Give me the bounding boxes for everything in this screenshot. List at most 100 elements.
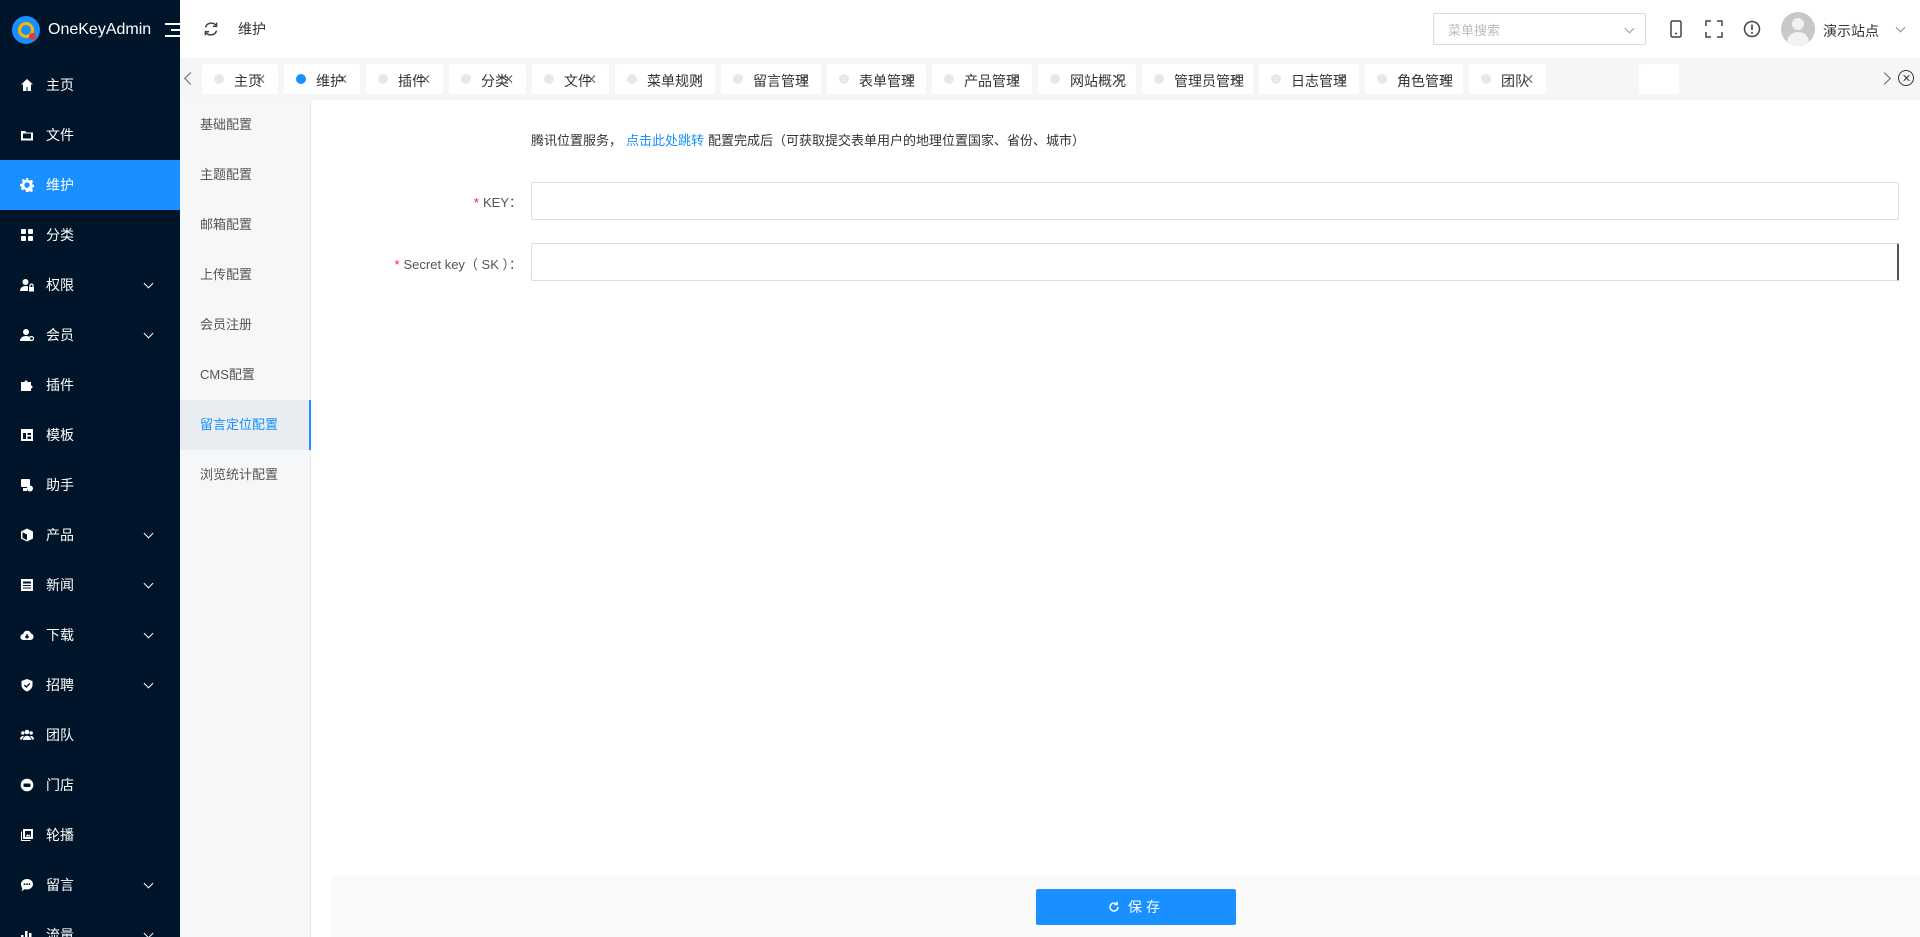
- tab-6[interactable]: 留言管理: [721, 64, 821, 94]
- sidebar-item-label: 流量: [46, 927, 74, 937]
- home-icon: [20, 78, 34, 92]
- tab-1[interactable]: 维护: [284, 64, 360, 94]
- mobile-icon[interactable]: [1666, 19, 1686, 39]
- tab-status-dot: [1050, 74, 1060, 84]
- chevron-down-icon: [143, 878, 154, 889]
- sidebar-item-label: 产品: [46, 527, 74, 543]
- close-icon[interactable]: [1231, 74, 1241, 84]
- close-icon[interactable]: [256, 74, 266, 84]
- sk-label: * Secret key（ SK ）：: [330, 254, 522, 273]
- close-icon[interactable]: [587, 74, 597, 84]
- tab-12[interactable]: 角色管理: [1365, 64, 1463, 94]
- intro-link[interactable]: 点击此处跳转: [626, 133, 704, 148]
- config-nav-item-0[interactable]: 基础配置: [180, 100, 310, 150]
- sidebar-item-13[interactable]: 团队: [0, 710, 180, 760]
- tabs-scroll-right-icon[interactable]: [1880, 70, 1892, 88]
- sidebar-item-2[interactable]: 维护: [0, 160, 180, 210]
- tab-0[interactable]: 主页: [202, 64, 278, 94]
- chevron-down-icon: [143, 278, 154, 289]
- close-icon[interactable]: [1010, 74, 1020, 84]
- sidebar-item-label: 招聘: [46, 677, 74, 693]
- config-nav-item-3[interactable]: 上传配置: [180, 250, 310, 300]
- menu-collapse-icon[interactable]: [165, 22, 180, 38]
- sidebar-item-10[interactable]: 新闻: [0, 560, 180, 610]
- sidebar-item-16[interactable]: 留言: [0, 860, 180, 910]
- close-icon[interactable]: [1337, 74, 1347, 84]
- sidebar-item-11[interactable]: 下载: [0, 610, 180, 660]
- sidebar-item-4[interactable]: 权限: [0, 260, 180, 310]
- tabs-scroll-left-icon[interactable]: [182, 70, 194, 88]
- tab-8[interactable]: 产品管理: [932, 64, 1032, 94]
- info-icon[interactable]: [1742, 19, 1762, 39]
- site-name[interactable]: 演示站点: [1823, 21, 1879, 41]
- close-icon[interactable]: [904, 74, 914, 84]
- sidebar-item-3[interactable]: 分类: [0, 210, 180, 260]
- sidebar-item-label: 权限: [46, 277, 74, 293]
- chevron-down-icon: [143, 528, 154, 539]
- sidebar-item-label: 轮播: [46, 827, 74, 843]
- sidebar-item-7[interactable]: 模板: [0, 410, 180, 460]
- tab-10[interactable]: 管理员管理: [1142, 64, 1253, 94]
- sidebar-item-6[interactable]: 插件: [0, 360, 180, 410]
- grid-icon: [20, 228, 34, 242]
- config-nav-item-7[interactable]: 浏览统计配置: [180, 450, 310, 500]
- chevron-down-icon: [143, 578, 154, 589]
- close-icon[interactable]: [1524, 74, 1534, 84]
- sidebar-item-5[interactable]: 会员: [0, 310, 180, 360]
- sidebar-nav: 主页 文件 维护分类权限会员 插件 模板 助手产品新闻 下载招聘团队 门店轮播留言流量: [0, 60, 180, 937]
- chevron-down-icon[interactable]: [1895, 22, 1906, 33]
- config-nav-item-6[interactable]: 留言定位配置: [180, 400, 311, 450]
- key-input[interactable]: [531, 182, 1899, 220]
- save-label: 保存: [1128, 899, 1164, 915]
- tab-11[interactable]: 日志管理: [1259, 64, 1359, 94]
- sidebar-item-1[interactable]: 文件: [0, 110, 180, 160]
- save-button[interactable]: 保存: [1036, 889, 1236, 925]
- sidebar: OneKeyAdmin 主页 文件 维护 分类 权限 会员 插件 模板 助手 产品 新闻 下载 招聘 团队…: [0, 0, 180, 937]
- user-lock-icon: [20, 278, 34, 292]
- tab-4[interactable]: 文件: [532, 64, 609, 94]
- close-all-tabs-icon[interactable]: [1898, 70, 1914, 86]
- tab-5[interactable]: 菜单规则: [615, 64, 715, 94]
- close-icon[interactable]: [1441, 74, 1451, 84]
- secret-key-input[interactable]: [531, 243, 1899, 281]
- config-nav-item-5[interactable]: CMS配置: [180, 350, 310, 400]
- sidebar-item-label: 分类: [46, 227, 74, 243]
- close-icon[interactable]: [338, 74, 348, 84]
- tab-3[interactable]: 分类: [449, 64, 526, 94]
- config-nav-item-4[interactable]: 会员注册: [180, 300, 310, 350]
- tab-2[interactable]: 插件: [366, 64, 443, 94]
- page-title: 维护: [238, 21, 266, 37]
- team-icon: [20, 728, 34, 742]
- sidebar-item-17[interactable]: 流量: [0, 910, 180, 937]
- close-icon[interactable]: [799, 74, 809, 84]
- top-header: 维护 菜单搜索 演示站点: [180, 0, 1920, 58]
- chart-icon: [20, 928, 34, 937]
- fullscreen-icon[interactable]: [1704, 19, 1724, 39]
- sidebar-item-8[interactable]: 助手: [0, 460, 180, 510]
- refresh-icon[interactable]: [202, 20, 220, 38]
- sidebar-item-15[interactable]: 轮播: [0, 810, 180, 860]
- tab-status-dot: [544, 74, 554, 84]
- news-icon: [20, 578, 34, 592]
- required-mark: *: [394, 257, 400, 272]
- tab-7[interactable]: 表单管理: [827, 64, 926, 94]
- tab-9[interactable]: 网站概况: [1038, 64, 1136, 94]
- chevron-down-icon: [143, 928, 154, 937]
- config-nav-item-2[interactable]: 邮箱配置: [180, 200, 310, 250]
- close-icon[interactable]: [504, 74, 514, 84]
- key-label: * KEY：: [440, 192, 522, 211]
- sidebar-item-14[interactable]: 门店: [0, 760, 180, 810]
- sidebar-item-9[interactable]: 产品: [0, 510, 180, 560]
- gear-icon: [20, 178, 34, 192]
- tab-13[interactable]: 团队: [1469, 64, 1546, 94]
- menu-search-select[interactable]: 菜单搜索: [1433, 13, 1646, 45]
- sidebar-item-0[interactable]: 主页: [0, 60, 180, 110]
- close-icon[interactable]: [421, 74, 431, 84]
- required-mark: *: [473, 195, 479, 210]
- avatar[interactable]: [1781, 12, 1815, 46]
- config-nav-item-1[interactable]: 主题配置: [180, 150, 310, 200]
- sidebar-item-12[interactable]: 招聘: [0, 660, 180, 710]
- close-icon[interactable]: [693, 74, 703, 84]
- close-icon[interactable]: [1114, 74, 1124, 84]
- tab-overflow[interactable]: [1639, 64, 1679, 94]
